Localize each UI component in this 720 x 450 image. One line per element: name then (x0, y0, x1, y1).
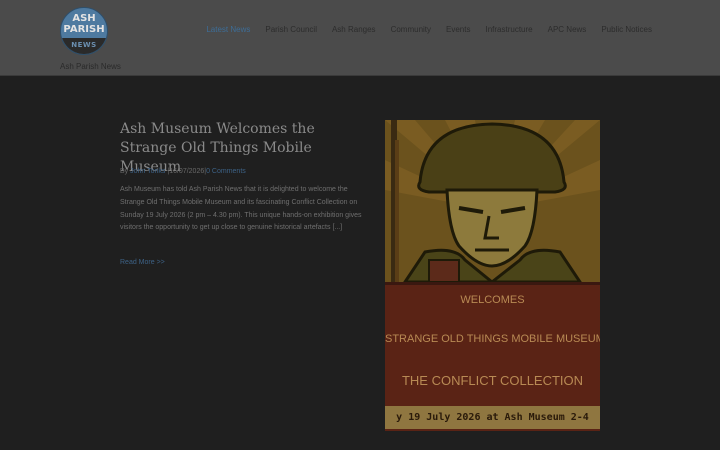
post-excerpt: Ash Museum has told Ash Parish News that… (120, 186, 362, 232)
nav-item-latest-news[interactable]: Latest News (206, 25, 250, 34)
author-link[interactable]: John Tonks (130, 168, 165, 175)
site-header: ASH PARISH NEWS Latest News Parish Counc… (0, 0, 720, 76)
poster-text-welcomes: WELCOMES (460, 294, 525, 306)
meta-by-label: By (120, 168, 129, 175)
logo-text-parish: PARISH (63, 24, 105, 35)
read-more-link[interactable]: Read More >> (120, 259, 165, 266)
nav-item-events[interactable]: Events (446, 25, 470, 34)
soldier-illustration (385, 120, 600, 282)
post-date: 16/07/2026 (169, 168, 205, 175)
nav-item-apc-news[interactable]: APC News (548, 25, 587, 34)
nav-item-infrastructure[interactable]: Infrastructure (485, 25, 532, 34)
nav-item-public-notices[interactable]: Public Notices (601, 25, 652, 34)
logo-text-ash: ASH (72, 13, 96, 24)
poster-text-date: y 19 July 2026 at Ash Museum 2-4 (396, 412, 589, 423)
site-name: Ash Parish News (60, 62, 121, 71)
poster-text-museum-name: STRANGE OLD THINGS MOBILE MUSEUM (385, 333, 600, 345)
post-meta: By John Tonks |16/07/2026|0 Comments (120, 168, 246, 175)
nav-item-parish-council[interactable]: Parish Council (265, 25, 317, 34)
site-logo[interactable]: ASH PARISH NEWS (60, 7, 108, 55)
logo-text-news: NEWS (71, 41, 97, 49)
featured-image-poster[interactable]: WELCOMES STRANGE OLD THINGS MOBILE MUSEU… (385, 120, 600, 431)
comments-link[interactable]: 0 Comments (206, 168, 246, 175)
main-nav: Latest News Parish Council Ash Ranges Co… (206, 25, 652, 34)
nav-item-community[interactable]: Community (391, 25, 431, 34)
poster-text-collection: THE CONFLICT COLLECTION (401, 373, 584, 388)
nav-item-ash-ranges[interactable]: Ash Ranges (332, 25, 376, 34)
